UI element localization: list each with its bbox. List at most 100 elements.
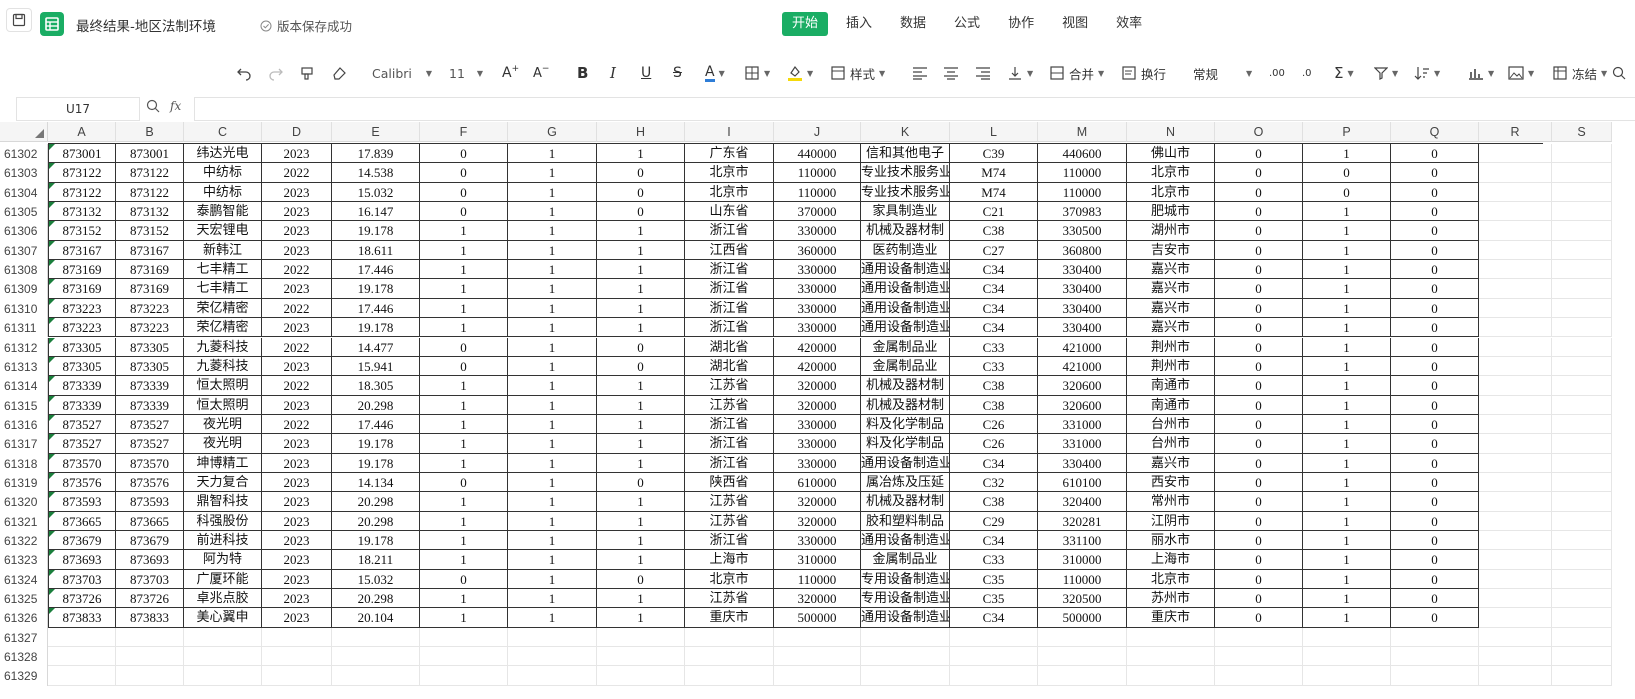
empty-cell[interactable]	[508, 627, 597, 648]
table-cell[interactable]: 料及化学制品	[861, 414, 950, 435]
table-cell[interactable]: 七丰精工	[184, 279, 262, 299]
table-cell[interactable]: C34	[950, 608, 1038, 628]
empty-cell[interactable]	[1479, 647, 1552, 667]
row-header[interactable]: 61324	[0, 569, 48, 590]
table-cell[interactable]: 330400	[1038, 260, 1127, 280]
table-cell[interactable]: 2023	[262, 550, 332, 570]
table-cell[interactable]: C33	[950, 356, 1038, 377]
table-cell[interactable]: 1	[597, 376, 685, 396]
table-cell[interactable]: 广东省	[685, 144, 774, 164]
empty-cell[interactable]	[262, 666, 332, 686]
table-cell[interactable]: 2022	[262, 298, 332, 319]
table-cell[interactable]: 泰鹏智能	[184, 202, 262, 222]
row-header[interactable]: 61317	[0, 434, 48, 454]
formula-input[interactable]	[194, 97, 1635, 121]
table-cell[interactable]: 873339	[116, 395, 184, 415]
table-cell[interactable]: 浙江省	[685, 318, 774, 338]
empty-cell[interactable]	[508, 666, 597, 686]
empty-cell[interactable]	[1127, 647, 1215, 667]
table-cell[interactable]: 1	[1303, 569, 1391, 590]
empty-cell[interactable]	[1552, 531, 1612, 551]
table-cell[interactable]: 嘉兴市	[1127, 260, 1215, 280]
table-cell[interactable]: 1	[1303, 434, 1391, 454]
table-cell[interactable]: 卓兆点胶	[184, 589, 262, 609]
empty-cell[interactable]	[1479, 182, 1552, 203]
table-cell[interactable]: 330000	[774, 260, 861, 280]
table-cell[interactable]: 1	[1303, 453, 1391, 473]
table-cell[interactable]: 荆州市	[1127, 337, 1215, 357]
table-cell[interactable]: C26	[950, 414, 1038, 435]
table-cell[interactable]: 873527	[116, 434, 184, 454]
table-cell[interactable]: 873703	[48, 569, 116, 590]
table-cell[interactable]: 873001	[116, 144, 184, 164]
table-cell[interactable]: 1	[1303, 472, 1391, 493]
table-cell[interactable]: 1	[1303, 279, 1391, 299]
empty-cell[interactable]	[1479, 608, 1552, 628]
bold-icon[interactable]: B	[577, 60, 588, 86]
table-cell[interactable]: 873152	[116, 221, 184, 241]
table-cell[interactable]: 2023	[262, 395, 332, 415]
table-cell[interactable]: 0	[1215, 240, 1303, 261]
table-cell[interactable]: 0	[1391, 202, 1479, 222]
table-cell[interactable]: 0	[1215, 163, 1303, 183]
table-cell[interactable]: 110000	[774, 163, 861, 183]
increase-font-icon[interactable]: A +	[502, 60, 519, 86]
empty-cell[interactable]	[1552, 492, 1612, 512]
table-cell[interactable]: 0	[597, 163, 685, 183]
table-cell[interactable]: C34	[950, 453, 1038, 473]
menu-efficiency[interactable]: 效率	[1106, 12, 1152, 36]
table-cell[interactable]: 陕西省	[685, 472, 774, 493]
empty-cell[interactable]	[1479, 550, 1552, 570]
table-cell[interactable]: 九菱科技	[184, 356, 262, 377]
table-cell[interactable]: 荆州市	[1127, 356, 1215, 377]
table-cell[interactable]: 310000	[1038, 550, 1127, 570]
table-cell[interactable]: 1	[1303, 376, 1391, 396]
empty-cell[interactable]	[1479, 376, 1552, 396]
table-cell[interactable]: 110000	[774, 569, 861, 590]
empty-cell[interactable]	[332, 627, 420, 648]
empty-cell[interactable]	[1038, 627, 1127, 648]
table-cell[interactable]: 重庆市	[685, 608, 774, 628]
table-cell[interactable]: 0	[1215, 298, 1303, 319]
table-cell[interactable]: 浙江省	[685, 221, 774, 241]
table-cell[interactable]: 873132	[48, 202, 116, 222]
font-color-icon[interactable]: A ▼	[705, 60, 725, 86]
italic-icon[interactable]: I	[610, 60, 616, 86]
table-cell[interactable]: 2023	[262, 511, 332, 531]
table-cell[interactable]: 重庆市	[1127, 608, 1215, 628]
freeze-button[interactable]: 冻结 ▼	[1553, 60, 1607, 86]
table-cell[interactable]: 18.305	[332, 376, 420, 396]
table-cell[interactable]: 1	[597, 395, 685, 415]
table-cell[interactable]: 500000	[774, 608, 861, 628]
column-header-b[interactable]: B	[116, 122, 184, 142]
table-cell[interactable]: 0	[1391, 356, 1479, 377]
column-header-d[interactable]: D	[262, 122, 332, 142]
empty-cell[interactable]	[1479, 511, 1552, 531]
table-cell[interactable]: 1	[597, 318, 685, 338]
table-cell[interactable]: 0	[420, 472, 508, 493]
empty-cell[interactable]	[861, 647, 950, 667]
table-cell[interactable]: 610100	[1038, 472, 1127, 493]
table-cell[interactable]: 0	[1215, 492, 1303, 512]
empty-cell[interactable]	[116, 647, 184, 667]
align-center-icon[interactable]	[943, 60, 959, 86]
table-cell[interactable]: 1	[1303, 356, 1391, 377]
select-all-corner[interactable]	[0, 122, 48, 142]
table-cell[interactable]: 17.446	[332, 298, 420, 319]
table-cell[interactable]: 873169	[48, 279, 116, 299]
table-cell[interactable]: 2023	[262, 492, 332, 512]
chart-icon[interactable]: ▼	[1468, 60, 1494, 86]
table-cell[interactable]: 0	[597, 356, 685, 377]
table-cell[interactable]: 1	[597, 531, 685, 551]
empty-cell[interactable]	[332, 647, 420, 667]
image-icon[interactable]: ▼	[1508, 60, 1534, 86]
table-cell[interactable]: 2022	[262, 414, 332, 435]
table-cell[interactable]: 20.104	[332, 608, 420, 628]
empty-cell[interactable]	[774, 647, 861, 667]
table-cell[interactable]: 通用设备制造业	[861, 608, 950, 628]
table-cell[interactable]: 广厦环能	[184, 569, 262, 590]
fill-color-icon[interactable]: ▼	[787, 60, 813, 86]
table-cell[interactable]: 0	[597, 182, 685, 203]
table-cell[interactable]: 1	[420, 589, 508, 609]
table-cell[interactable]: 0	[1215, 531, 1303, 551]
